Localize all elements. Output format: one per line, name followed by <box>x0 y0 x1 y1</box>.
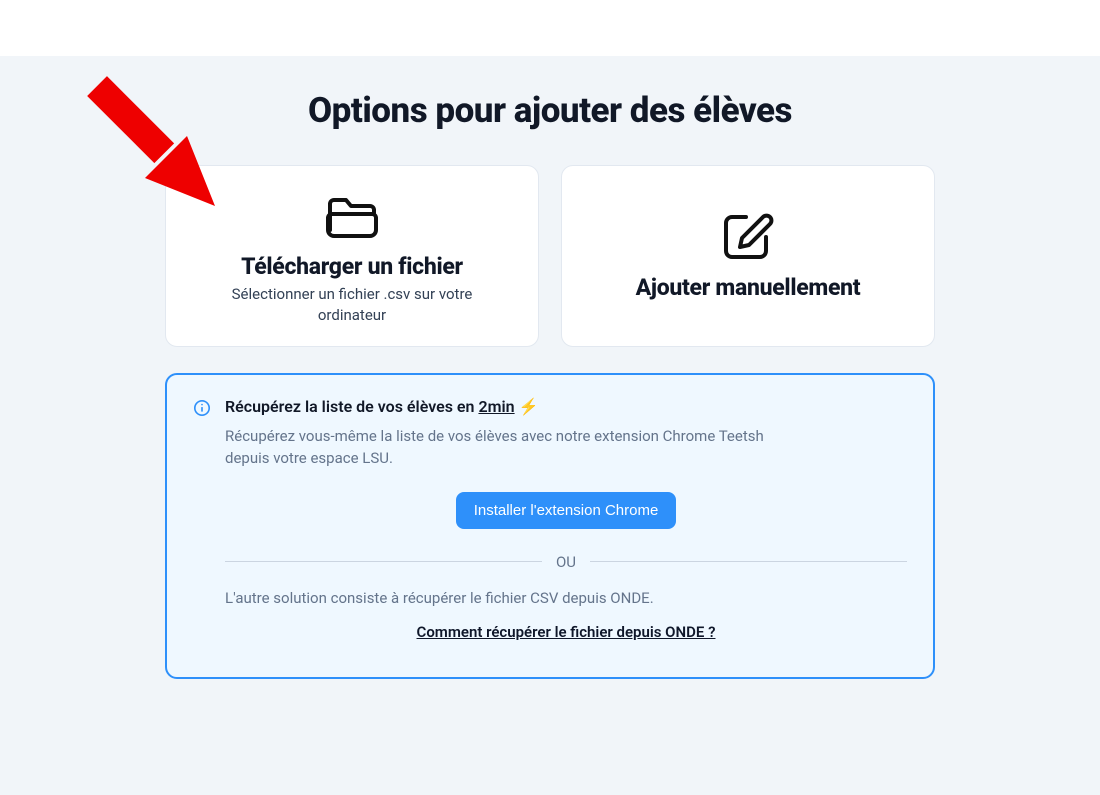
manual-card-title: Ajouter manuellement <box>636 274 861 301</box>
divider: OU <box>225 553 907 571</box>
pencil-edit-icon <box>720 208 776 264</box>
info-panel: Récupérez la liste de vos élèves en 2min… <box>165 373 935 679</box>
divider-line-left <box>225 561 542 562</box>
info-description: Récupérez vous-même la liste de vos élèv… <box>225 426 785 470</box>
add-manually-card[interactable]: Ajouter manuellement <box>561 165 935 347</box>
options-row: Télécharger un fichier Sélectionner un f… <box>165 165 935 347</box>
header-spacer <box>0 0 1100 56</box>
info-title: Récupérez la liste de vos élèves en 2min… <box>225 397 907 416</box>
info-title-duration: 2min <box>478 397 514 416</box>
upload-card-subtitle: Sélectionner un fichier .csv sur votre o… <box>202 284 502 325</box>
page-title: Options pour ajouter des élèves <box>165 90 935 131</box>
folder-open-icon <box>324 187 380 243</box>
content-wrapper: Options pour ajouter des élèves Téléchar… <box>165 90 935 679</box>
divider-label: OU <box>556 553 576 571</box>
alt-description: L'autre solution consiste à récupérer le… <box>225 589 907 607</box>
page-body: Options pour ajouter des élèves Téléchar… <box>0 56 1100 795</box>
onde-help-link[interactable]: Comment récupérer le fichier depuis ONDE… <box>225 623 907 641</box>
info-title-suffix: ⚡ <box>515 397 539 416</box>
divider-line-right <box>590 561 907 562</box>
install-chrome-extension-button[interactable]: Installer l'extension Chrome <box>456 492 677 529</box>
info-title-prefix: Récupérez la liste de vos élèves en <box>225 397 478 416</box>
info-circle-icon <box>193 399 211 417</box>
upload-card-title: Télécharger un fichier <box>241 253 463 280</box>
upload-file-card[interactable]: Télécharger un fichier Sélectionner un f… <box>165 165 539 347</box>
